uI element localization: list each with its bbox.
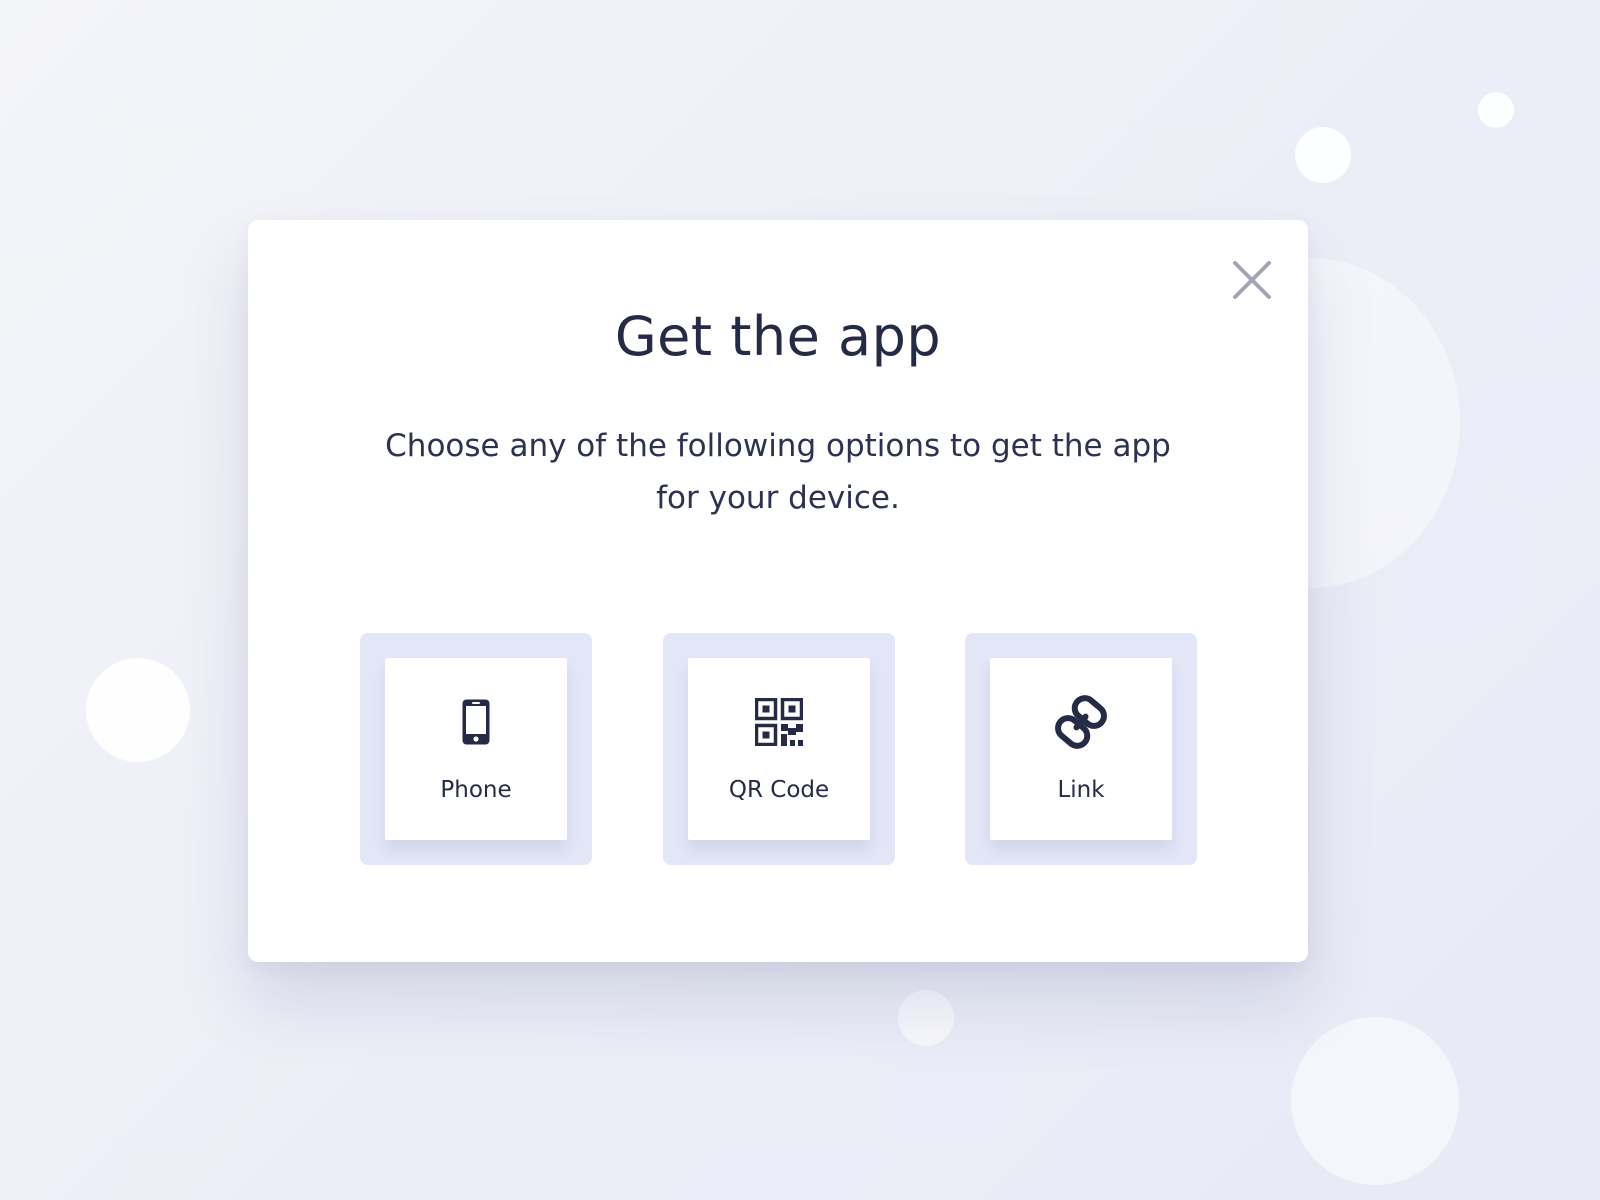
background-bubble <box>898 990 954 1046</box>
background-bubble <box>86 658 190 762</box>
phone-icon <box>462 699 490 745</box>
background-bubble <box>1291 1017 1459 1185</box>
modal-subtitle: Choose any of the following options to g… <box>385 428 1171 516</box>
qr-code-icon <box>755 698 803 746</box>
qr-code-option-button[interactable]: QR Code <box>663 633 895 865</box>
modal-title: Get the app <box>614 305 942 368</box>
phone-option-button[interactable]: Phone <box>360 633 592 865</box>
option-card[interactable]: Phone <box>385 658 567 840</box>
option-label: Link <box>1057 777 1105 803</box>
close-button[interactable] <box>1228 256 1276 304</box>
link-icon <box>1055 695 1107 749</box>
option-card[interactable]: QR Code <box>688 658 870 840</box>
option-label: Phone <box>440 777 512 803</box>
background-bubble <box>1478 92 1514 128</box>
close-icon <box>1233 261 1271 299</box>
option-card[interactable]: Link <box>990 658 1172 840</box>
option-label: QR Code <box>728 777 830 803</box>
background-bubble <box>1295 127 1351 183</box>
link-option-button[interactable]: Link <box>965 633 1197 865</box>
